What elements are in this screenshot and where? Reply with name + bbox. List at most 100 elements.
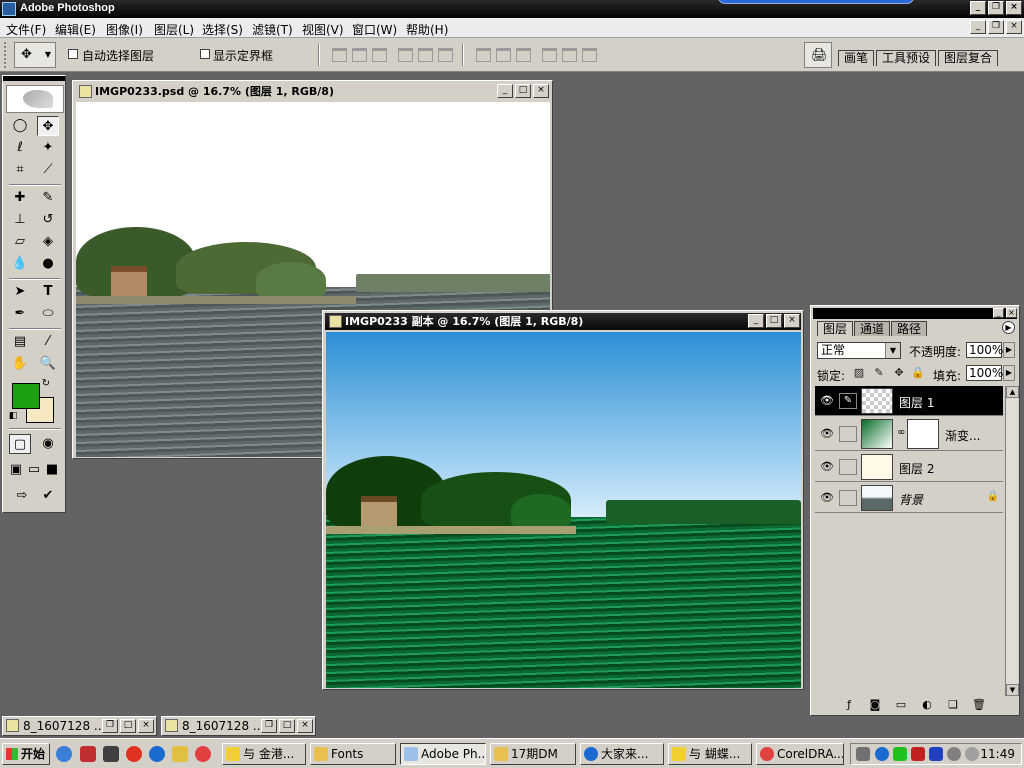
distribute-left-icon[interactable] (542, 48, 557, 62)
menu-filter[interactable]: 滤镜(T) (252, 21, 293, 38)
ie-icon[interactable] (56, 746, 72, 762)
slice-icon[interactable]: ⟋ (37, 160, 59, 180)
document-title-bar[interactable]: IMGP0233 副本 @ 16.7% (图层 1, RGB/8) (325, 313, 801, 330)
distribute-hcenter-icon[interactable] (562, 48, 577, 62)
imageready-icon[interactable]: ✔ (37, 486, 59, 506)
start-button[interactable]: 开始 (2, 743, 50, 765)
fill-slider-arrow-icon[interactable]: ▶ (1003, 365, 1015, 381)
magic-wand-icon[interactable]: ✦ (37, 138, 59, 158)
distribute-right-icon[interactable] (582, 48, 597, 62)
shape-tool-icon[interactable]: ⬭ (37, 304, 59, 324)
dodge-icon[interactable]: ● (37, 254, 59, 274)
clone-stamp-icon[interactable]: ⊥ (9, 210, 31, 230)
document-canvas[interactable] (326, 332, 801, 688)
tab-layers[interactable]: 图层 (817, 321, 854, 336)
close-icon[interactable]: × (1006, 308, 1017, 318)
tab-tool-presets[interactable]: 工具预设 (876, 50, 937, 66)
doc-restore-icon[interactable]: ❐ (988, 20, 1004, 34)
layers-scrollbar[interactable]: ▲ ▼ (1005, 386, 1019, 696)
quick-mask-icon[interactable]: ◉ (37, 434, 59, 454)
msn-icon[interactable] (875, 747, 889, 761)
crop-icon[interactable]: ⌗ (9, 160, 31, 180)
tab-paths[interactable]: 路径 (891, 321, 928, 336)
scroll-up-icon[interactable]: ▲ (1006, 386, 1019, 398)
move-tool-icon[interactable]: ✥ (37, 116, 59, 136)
taskbar-task[interactable]: Fonts (310, 743, 396, 765)
photoshop-logo[interactable] (6, 85, 64, 113)
layer-row[interactable]: 👁 图层 2 (815, 452, 1003, 482)
lock-position-icon[interactable]: ✥ (893, 367, 905, 379)
tab-brushes[interactable]: 画笔 (838, 50, 875, 66)
language-bar[interactable] (718, 0, 914, 4)
blur-icon[interactable]: 💧 (9, 254, 31, 274)
app-icon[interactable] (172, 746, 188, 762)
minimized-document[interactable]: 8_1607128 ... ❐ □ × (2, 716, 157, 736)
close-icon[interactable]: × (1006, 1, 1022, 15)
add-mask-icon[interactable]: ◙ (867, 698, 883, 712)
new-layer-icon[interactable]: ❏ (945, 698, 961, 712)
restore-icon[interactable]: ❐ (261, 719, 277, 733)
minimize-icon[interactable]: _ (993, 308, 1004, 318)
close-icon[interactable]: × (784, 314, 800, 328)
full-screen-icon[interactable]: ■ (43, 460, 61, 480)
msn-icon[interactable] (149, 746, 165, 762)
app-icon[interactable] (80, 746, 96, 762)
restore-icon[interactable]: ❐ (988, 1, 1004, 15)
taskbar-task-active[interactable]: Adobe Ph... (400, 743, 486, 765)
restore-icon[interactable]: ❐ (102, 719, 118, 733)
maximize-icon[interactable]: □ (279, 719, 295, 733)
layer-name[interactable]: 渐变... (945, 427, 980, 444)
keyboard-icon[interactable] (856, 747, 870, 761)
status-icon[interactable] (911, 747, 925, 761)
doc-close-icon[interactable]: × (1006, 20, 1022, 34)
swap-colors-icon[interactable]: ↻ (39, 378, 53, 390)
maximize-icon[interactable]: □ (766, 314, 782, 328)
menu-layer[interactable]: 图层(L) (154, 21, 194, 38)
full-screen-menu-icon[interactable]: ▭ (25, 460, 43, 480)
status-icon[interactable] (893, 747, 907, 761)
eye-icon[interactable]: 👁 (817, 426, 837, 442)
history-brush-icon[interactable]: ↺ (37, 210, 59, 230)
tab-layer-comps[interactable]: 图层复合 (938, 50, 999, 66)
app-icon[interactable] (103, 746, 119, 762)
jump-to-imageready-icon[interactable]: ⇨ (9, 486, 35, 506)
menu-image[interactable]: 图像(I) (106, 21, 143, 38)
close-icon[interactable]: × (297, 719, 313, 733)
show-bounds-checkbox[interactable] (200, 49, 210, 59)
taskbar-task[interactable]: 与 蝴蝶... (668, 743, 752, 765)
foreground-color-swatch[interactable] (12, 383, 40, 409)
maximize-icon[interactable]: □ (515, 84, 531, 98)
menu-help[interactable]: 帮助(H) (406, 21, 448, 38)
qq-icon[interactable] (126, 746, 142, 762)
network-icon[interactable] (929, 747, 943, 761)
align-left-icon[interactable] (398, 48, 413, 62)
standard-mode-icon[interactable]: ▢ (9, 434, 31, 454)
distribute-vcenter-icon[interactable] (496, 48, 511, 62)
clock[interactable]: 11:49 (980, 747, 1015, 761)
link-slot[interactable] (839, 459, 857, 475)
menu-view[interactable]: 视图(V) (302, 21, 344, 38)
minimized-document[interactable]: 8_1607128 ... ❐ □ × (161, 716, 316, 736)
hand-icon[interactable]: ✋ (9, 354, 31, 374)
lasso-icon[interactable]: ℓ (9, 138, 31, 158)
minimize-icon[interactable]: _ (748, 314, 764, 328)
volume-icon[interactable] (947, 747, 961, 761)
align-vcenter-icon[interactable] (352, 48, 367, 62)
fill-input[interactable]: 100% (966, 365, 1003, 381)
minimize-icon[interactable]: _ (497, 84, 513, 98)
close-icon[interactable]: × (533, 84, 549, 98)
healing-brush-icon[interactable]: ✚ (9, 188, 31, 208)
lock-transparency-icon[interactable]: ▨ (853, 367, 865, 379)
align-right-icon[interactable] (438, 48, 453, 62)
blend-mode-select[interactable]: 正常 ▼ (817, 342, 901, 359)
trash-icon[interactable]: 🗑 (971, 698, 987, 712)
layers-panel-header[interactable]: _ × (813, 308, 1017, 319)
menu-file[interactable]: 文件(F) (6, 21, 46, 38)
doc-minimize-icon[interactable]: _ (970, 20, 986, 34)
distribute-top-icon[interactable] (476, 48, 491, 62)
zoom-icon[interactable]: 🔍 (37, 354, 59, 374)
menu-edit[interactable]: 编辑(E) (55, 21, 96, 38)
layer-style-icon[interactable]: ƒ (841, 698, 857, 712)
document-title-bar[interactable]: IMGP0233.psd @ 16.7% (图层 1, RGB/8) (75, 83, 550, 100)
document-window-copy[interactable]: IMGP0233 副本 @ 16.7% (图层 1, RGB/8) _ □ × (322, 310, 804, 690)
